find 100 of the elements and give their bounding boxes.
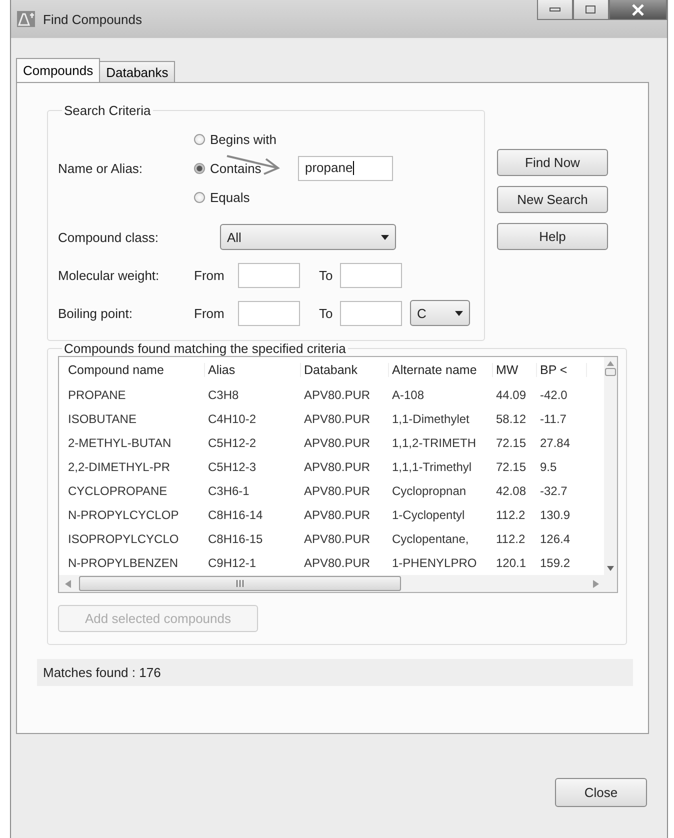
grip-icon bbox=[235, 580, 245, 587]
table-cell-text: PROPANE bbox=[67, 388, 127, 402]
status-text: Matches found : 176 bbox=[43, 665, 161, 680]
maximize-button[interactable] bbox=[573, 0, 609, 20]
input-field[interactable] bbox=[340, 262, 402, 288]
caret-icon bbox=[455, 310, 463, 316]
column-header[interactable]: MW bbox=[493, 363, 537, 377]
field-label: From bbox=[194, 306, 226, 320]
field-label: Molecular weight: bbox=[58, 268, 160, 282]
table-cell-text: APV80.PUR bbox=[303, 460, 372, 474]
maximize-icon bbox=[585, 4, 597, 14]
table-cell-text: 112.2 bbox=[495, 508, 526, 522]
action-button[interactable]: Find Now bbox=[497, 149, 608, 176]
scroll-down-icon[interactable] bbox=[607, 566, 614, 571]
table-cell-text: 27.84 bbox=[539, 436, 572, 450]
table-cell-text: C5H12-2 bbox=[207, 436, 258, 450]
table-cell-text: N-PROPYLCYCLOP bbox=[67, 508, 180, 522]
table-cell-text: C3H6-1 bbox=[207, 484, 250, 498]
minimize-icon bbox=[549, 6, 561, 12]
close-dialog-button[interactable]: Close bbox=[555, 778, 647, 807]
table-cell-text: 112.2 bbox=[495, 532, 526, 546]
table-cell-text: 72.15 bbox=[495, 436, 528, 450]
table-cell-text: C9H12-1 bbox=[207, 556, 258, 570]
minimize-button[interactable] bbox=[537, 0, 573, 20]
table-cell-text: C8H16-14 bbox=[207, 508, 264, 522]
window-title: Find Compounds bbox=[43, 12, 142, 26]
table-cell-text: C5H12-3 bbox=[207, 460, 258, 474]
table-cell-text: 1,1,1-Trimethyl bbox=[391, 460, 473, 474]
table-cell-text: APV80.PUR bbox=[303, 436, 372, 450]
vertical-scrollbar[interactable] bbox=[604, 357, 617, 575]
table-cell-text: 9.5 bbox=[539, 460, 558, 474]
column-header[interactable]: Databank bbox=[301, 363, 389, 377]
field-label: Name or Alias: bbox=[58, 160, 144, 176]
caret-icon bbox=[381, 234, 389, 240]
table-cell-text: ISOBUTANE bbox=[67, 412, 138, 426]
field-label: From bbox=[194, 268, 226, 282]
column-header[interactable]: BP < bbox=[537, 363, 587, 377]
table-cell-text: APV80.PUR bbox=[303, 388, 372, 402]
tab[interactable]: Databanks bbox=[99, 61, 176, 82]
table-cell-text: 2-METHYL-BUTAN bbox=[67, 436, 172, 450]
group-title: Search Criteria bbox=[63, 103, 152, 118]
horizontal-scrollbar[interactable] bbox=[59, 575, 617, 592]
scroll-thumb[interactable] bbox=[79, 576, 401, 591]
table-cell-text: 42.08 bbox=[495, 484, 528, 498]
radio-option[interactable]: Equals bbox=[194, 190, 290, 204]
radio-option[interactable]: Contains bbox=[194, 160, 290, 176]
scroll-up-icon[interactable] bbox=[607, 361, 614, 366]
column-header[interactable]: Alias bbox=[205, 363, 301, 377]
table-cell-text: 120.1 bbox=[495, 556, 528, 570]
table-cell-text: Cyclopentane, bbox=[391, 532, 470, 546]
table-cell-text: APV80.PUR bbox=[303, 532, 372, 546]
field-label: Boiling point: bbox=[58, 306, 134, 320]
table-cell-text: ISOPROPYLCYCLO bbox=[67, 532, 180, 546]
table-cell-text: APV80.PUR bbox=[303, 412, 372, 426]
table-cell-text: 1,1-Dimethylet bbox=[391, 412, 470, 426]
table-cell-text: 58.12 bbox=[495, 412, 528, 426]
input-field[interactable] bbox=[340, 300, 402, 326]
table-cell-text: CYCLOPROPANE bbox=[67, 484, 168, 498]
table-cell-text: 1,1,2-TRIMETH bbox=[391, 436, 478, 450]
name-field[interactable]: propane bbox=[298, 156, 393, 180]
table-cell-text: APV80.PUR bbox=[303, 508, 372, 522]
table-cell-text: 126.4 bbox=[539, 532, 572, 546]
field-label: To bbox=[319, 268, 334, 282]
table-cell-text: C8H16-15 bbox=[207, 532, 264, 546]
action-button[interactable]: Help bbox=[497, 223, 608, 250]
table-cell-text: 159.2 bbox=[539, 556, 572, 570]
table-cell-text: -32.7 bbox=[539, 484, 568, 498]
column-header[interactable]: Compound name bbox=[65, 363, 205, 377]
table-cell-text: 44.09 bbox=[495, 388, 528, 402]
field-label: Compound class: bbox=[58, 230, 160, 244]
table-cell-text: APV80.PUR bbox=[303, 556, 372, 570]
table-cell-text: 1-Cyclopentyl bbox=[391, 508, 466, 522]
close-icon bbox=[631, 4, 645, 16]
tab[interactable]: Compounds bbox=[16, 58, 100, 82]
scroll-left-icon[interactable] bbox=[65, 580, 71, 588]
table-cell-text: N-PROPYLBENZEN bbox=[67, 556, 180, 570]
scroll-thumb[interactable] bbox=[605, 368, 616, 376]
table-cell-text: C3H8 bbox=[207, 388, 240, 402]
table-cell-text: Cyclopropnan bbox=[391, 484, 468, 498]
table-cell-text: 72.15 bbox=[495, 460, 528, 474]
app-icon bbox=[17, 11, 35, 27]
input-field[interactable] bbox=[238, 300, 300, 326]
column-header[interactable]: Alternate name bbox=[389, 363, 493, 377]
table-cell-text: C4H10-2 bbox=[207, 412, 258, 426]
class-dropdown[interactable]: All bbox=[220, 224, 396, 250]
unit-dropdown[interactable]: C bbox=[410, 300, 470, 326]
table-cell-text: -42.0 bbox=[539, 388, 568, 402]
table-cell-text: 1-PHENYLPRO bbox=[391, 556, 478, 570]
group-title: Compounds found matching the specified criteria bbox=[63, 341, 347, 356]
field-label: To bbox=[319, 306, 334, 320]
table-cell-text: 130.9 bbox=[539, 508, 572, 522]
radio-option[interactable]: Begins with bbox=[194, 132, 290, 146]
close-button[interactable] bbox=[609, 0, 667, 20]
table-cell-text: A-108 bbox=[391, 388, 426, 402]
table-cell-text: APV80.PUR bbox=[303, 484, 372, 498]
table-cell-text: 2,2-DIMETHYL-PR bbox=[67, 460, 172, 474]
scroll-right-icon[interactable] bbox=[593, 580, 599, 588]
action-button[interactable]: New Search bbox=[497, 186, 608, 213]
input-field[interactable] bbox=[238, 262, 300, 288]
table-cell-text: -11.7 bbox=[539, 412, 568, 426]
